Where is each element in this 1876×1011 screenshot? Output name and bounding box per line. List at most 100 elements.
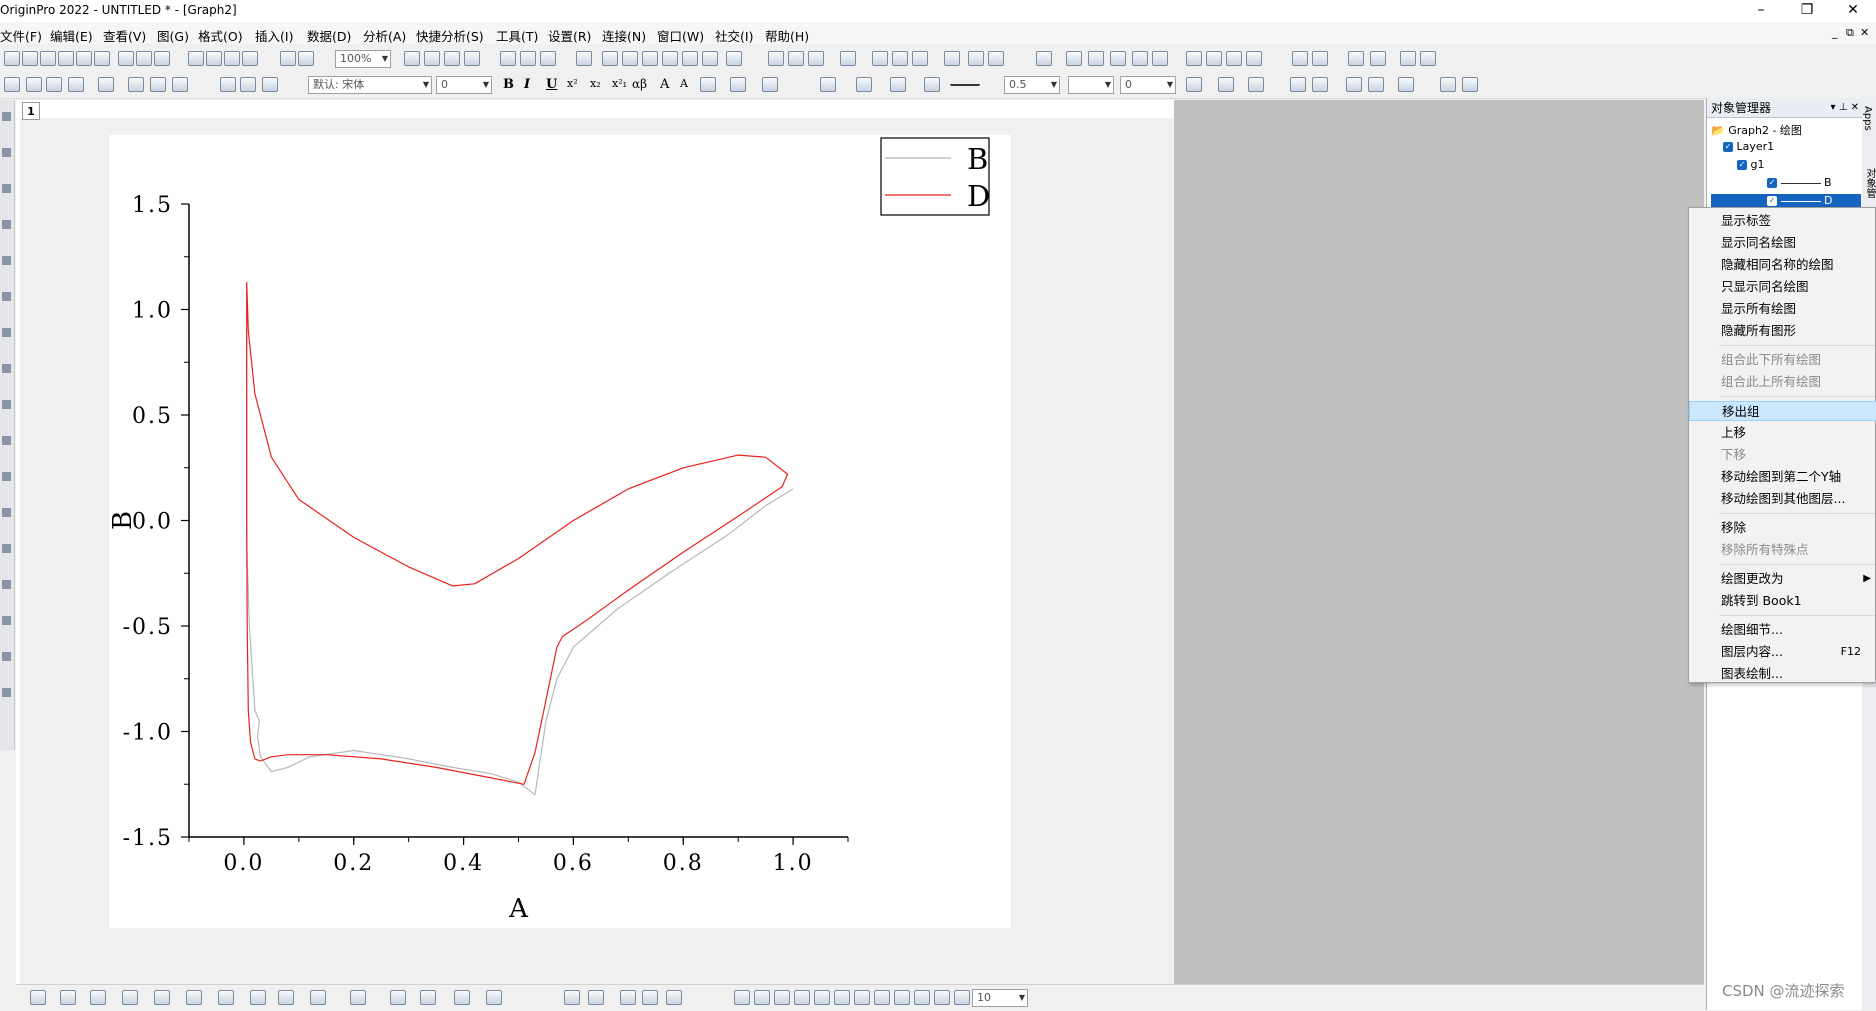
reapply-filter-icon[interactable] bbox=[988, 51, 1004, 66]
front-icon[interactable] bbox=[1440, 77, 1456, 92]
context-menu-item[interactable]: 移动绘图到第二个Y轴 bbox=[1689, 467, 1876, 487]
send-back-icon[interactable] bbox=[954, 990, 970, 1005]
merge-graph-icon[interactable] bbox=[26, 77, 42, 92]
menu-graph[interactable]: 图(G) bbox=[157, 26, 189, 45]
menu-window[interactable]: 窗口(W) bbox=[657, 26, 704, 45]
context-menu-item[interactable]: 移除 bbox=[1689, 518, 1876, 538]
arrow-tool-icon[interactable] bbox=[2, 364, 11, 373]
bring-front-icon[interactable] bbox=[934, 990, 950, 1005]
context-menu-item[interactable]: 上移 bbox=[1689, 423, 1876, 443]
set-y-icon[interactable] bbox=[1088, 51, 1104, 66]
set-error-icon[interactable] bbox=[1132, 51, 1148, 66]
print-icon[interactable] bbox=[404, 51, 420, 66]
menu-connect[interactable]: 连接(N) bbox=[602, 26, 646, 45]
menu-data[interactable]: 数据(D) bbox=[307, 26, 351, 45]
area-plot-icon[interactable] bbox=[218, 990, 234, 1005]
set-z-icon[interactable] bbox=[1110, 51, 1126, 66]
region-tool-icon[interactable] bbox=[2, 544, 11, 553]
context-menu-item[interactable]: 显示所有绘图 bbox=[1689, 299, 1876, 319]
mask-icon[interactable] bbox=[1036, 51, 1052, 66]
add-plot-icon[interactable] bbox=[128, 77, 144, 92]
align-right-icon[interactable] bbox=[666, 990, 682, 1005]
new-function-plot-icon[interactable] bbox=[154, 51, 170, 66]
context-menu-item[interactable]: 显示同名绘图 bbox=[1689, 233, 1876, 253]
sum-icon[interactable] bbox=[768, 51, 784, 66]
duplicate-icon[interactable] bbox=[444, 51, 460, 66]
context-menu-item[interactable]: 绘图细节... bbox=[1689, 620, 1876, 640]
matrix-plot-icon[interactable] bbox=[420, 990, 436, 1005]
line-plot-icon[interactable] bbox=[30, 990, 46, 1005]
ellipse-tool-icon[interactable] bbox=[2, 508, 11, 517]
context-menu-item[interactable]: 移出组 bbox=[1689, 401, 1876, 421]
move-down-icon[interactable] bbox=[1312, 51, 1328, 66]
fill-combo[interactable]: ▼ bbox=[1068, 76, 1114, 94]
flip-v-icon[interactable] bbox=[1346, 77, 1362, 92]
last-icon[interactable] bbox=[1246, 51, 1262, 66]
draw-data-icon[interactable] bbox=[2, 292, 11, 301]
context-menu-item[interactable]: 绘图更改为 ▶ bbox=[1689, 569, 1876, 589]
3d-plot-icon[interactable] bbox=[310, 990, 326, 1005]
line-tool-icon[interactable] bbox=[2, 400, 11, 409]
font-color-icon[interactable] bbox=[762, 77, 778, 92]
inspect-icon[interactable] bbox=[602, 51, 618, 66]
flip-h-icon[interactable] bbox=[1368, 77, 1384, 92]
data-filter-icon[interactable] bbox=[576, 51, 592, 66]
arrow-right-2-icon[interactable] bbox=[1370, 51, 1386, 66]
spreadsheet-icon[interactable] bbox=[662, 51, 678, 66]
object-left-icon[interactable] bbox=[734, 990, 750, 1005]
zoom-tool-icon[interactable] bbox=[622, 51, 638, 66]
new-function-icon[interactable] bbox=[94, 51, 110, 66]
line-style-icon[interactable] bbox=[950, 77, 980, 86]
new-graph-icon[interactable] bbox=[76, 51, 92, 66]
subscript-button[interactable]: x₂ bbox=[590, 77, 601, 90]
opacity-combo[interactable]: 0 ▼ bbox=[1120, 76, 1176, 94]
layer-icon[interactable] bbox=[4, 77, 20, 92]
tree-item-graph[interactable]: 📂 Graph2 - 绘图 bbox=[1711, 122, 1802, 138]
menu-format[interactable]: 格式(O) bbox=[198, 26, 243, 45]
object-bottom-icon[interactable] bbox=[794, 990, 810, 1005]
pattern-fill-icon[interactable] bbox=[856, 77, 872, 92]
polar-plot-icon[interactable] bbox=[250, 990, 266, 1005]
minimize-button[interactable]: – bbox=[1738, 0, 1784, 22]
apps-tab[interactable]: Apps bbox=[1862, 106, 1873, 131]
font-name-combo[interactable]: 默认: 宋体 ▼ bbox=[308, 76, 432, 94]
context-menu-item[interactable]: 图表绘制... bbox=[1689, 664, 1876, 684]
set-column-values-icon[interactable] bbox=[840, 51, 856, 66]
legend-icon[interactable] bbox=[2, 652, 11, 661]
line-color-icon[interactable] bbox=[890, 77, 906, 92]
batch-plot-icon[interactable] bbox=[588, 990, 604, 1005]
line-width-combo[interactable]: 0.5 ▼ bbox=[1004, 76, 1060, 94]
first-icon[interactable] bbox=[1186, 51, 1202, 66]
superscript-button[interactable]: x² bbox=[567, 77, 578, 90]
tree-item-plot-d[interactable]: ✓ D bbox=[1711, 194, 1861, 208]
color-scale-icon[interactable] bbox=[2, 472, 11, 481]
context-menu-item[interactable]: 图层内容... F12 bbox=[1689, 642, 1876, 662]
object-vcenter-icon[interactable] bbox=[814, 990, 830, 1005]
menu-tools[interactable]: 工具(T) bbox=[496, 26, 538, 45]
symbol-icon[interactable] bbox=[924, 77, 940, 92]
project-explorer-icon[interactable] bbox=[520, 51, 536, 66]
screen-reader-icon[interactable] bbox=[2, 184, 11, 193]
filter-icon[interactable] bbox=[944, 51, 960, 66]
menu-settings[interactable]: 设置(R) bbox=[548, 26, 591, 45]
stat-plot-icon[interactable] bbox=[154, 990, 170, 1005]
set-none-icon[interactable] bbox=[1152, 51, 1168, 66]
supsubscript-button[interactable]: x²₁ bbox=[612, 77, 627, 90]
template-icon[interactable] bbox=[564, 990, 580, 1005]
same-height-icon[interactable] bbox=[874, 990, 890, 1005]
set-x-icon[interactable] bbox=[1066, 51, 1082, 66]
move-up-icon[interactable] bbox=[1292, 51, 1308, 66]
contour-plot-icon[interactable] bbox=[278, 990, 294, 1005]
menu-quick-analysis[interactable]: 快捷分析(S) bbox=[416, 26, 484, 45]
save-icon[interactable] bbox=[224, 51, 240, 66]
results-log-icon[interactable] bbox=[500, 51, 516, 66]
new-project-icon[interactable] bbox=[4, 51, 20, 66]
zoom-combo[interactable]: 100% ▼ bbox=[335, 50, 391, 68]
prev-icon[interactable] bbox=[1206, 51, 1222, 66]
checkbox-icon[interactable]: ✓ bbox=[1723, 142, 1733, 152]
rescale-icon[interactable] bbox=[150, 77, 166, 92]
context-menu-item[interactable]: 隐藏所有图形 bbox=[1689, 321, 1876, 341]
checkbox-icon[interactable]: ✓ bbox=[1737, 160, 1747, 170]
annotation-icon[interactable] bbox=[2, 616, 11, 625]
scripts-icon[interactable] bbox=[682, 51, 698, 66]
